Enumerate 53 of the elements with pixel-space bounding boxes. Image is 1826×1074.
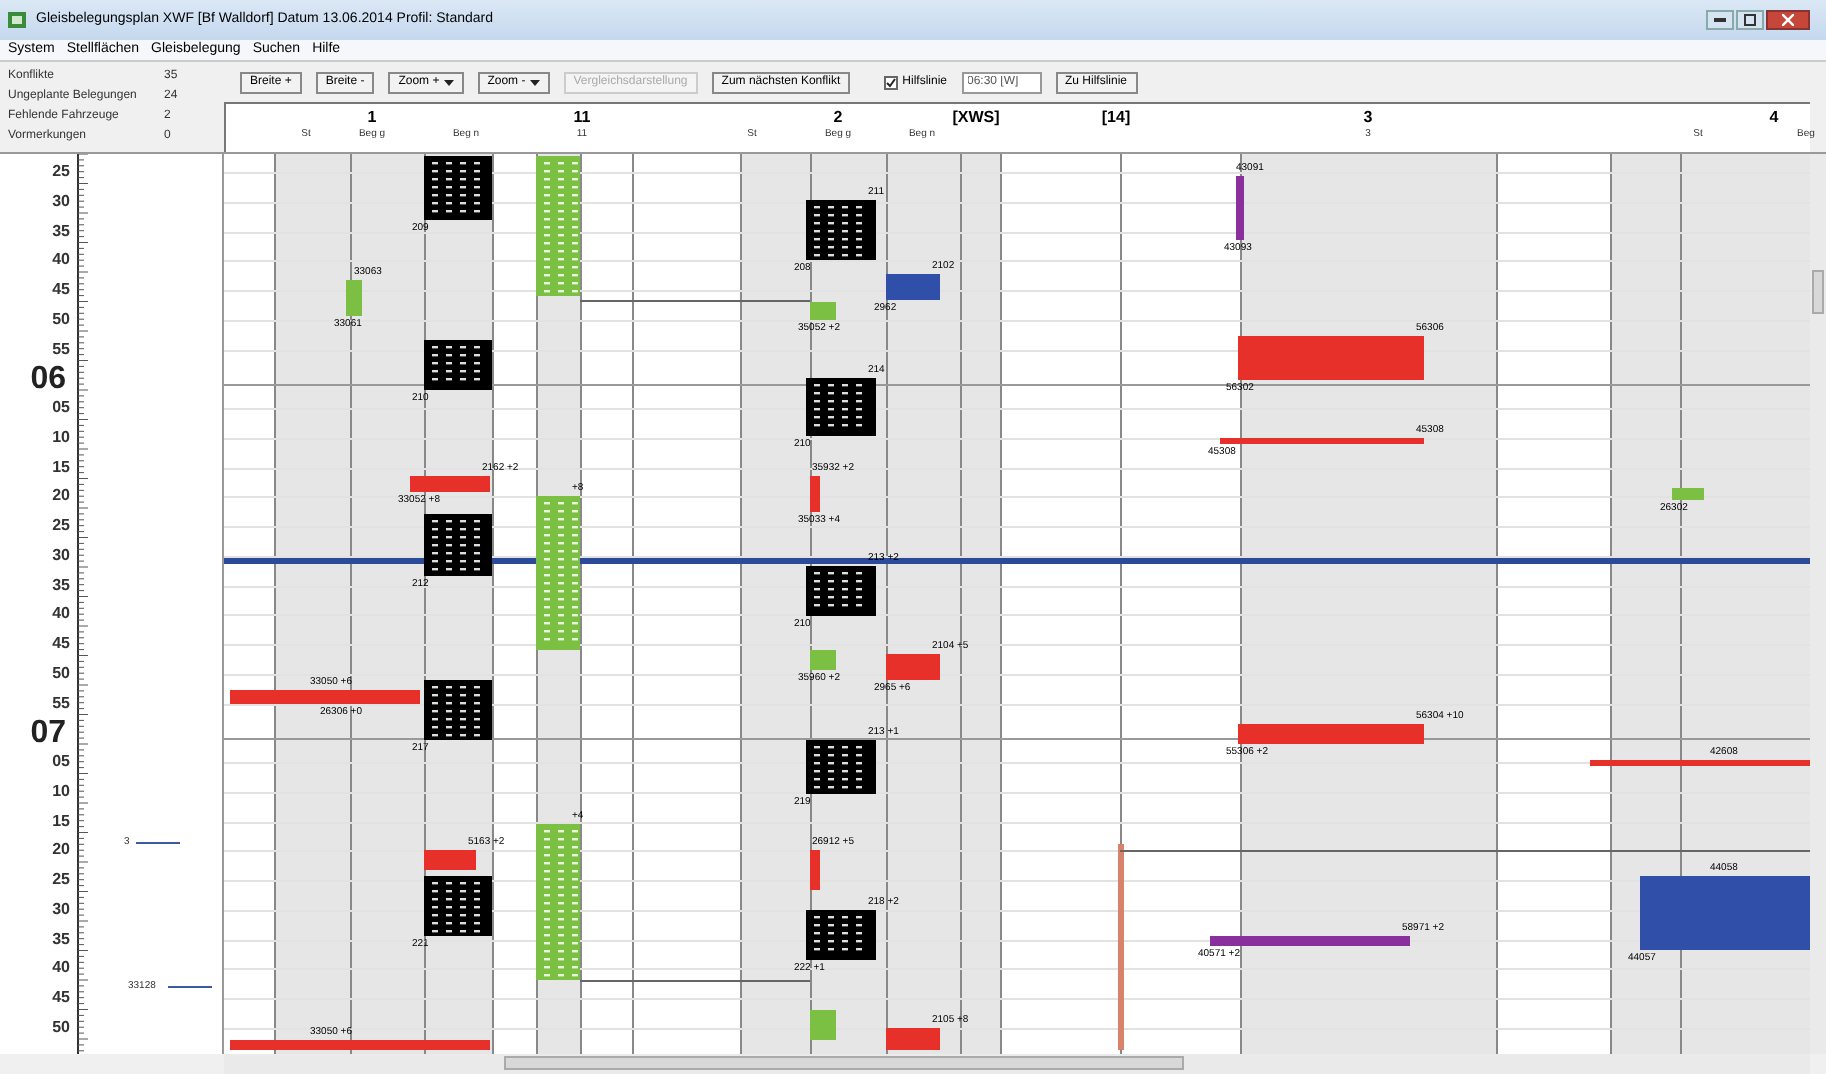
- checkbox[interactable]: [884, 75, 899, 89]
- horizontal-scrollbar[interactable]: [224, 1054, 1810, 1074]
- minute-label: 05: [52, 400, 70, 416]
- maximize-button[interactable]: [1736, 10, 1764, 30]
- track-name: [XWS]: [952, 106, 1000, 130]
- minute-label: 10: [52, 783, 70, 800]
- track-name: 1: [367, 106, 377, 129]
- minute-label: 05: [52, 754, 70, 770]
- connector-line: [136, 842, 180, 844]
- track-name: 3: [1363, 106, 1373, 129]
- minute-label: 35: [52, 223, 70, 239]
- minute-label: 30: [52, 193, 70, 210]
- minute-label: 30: [52, 901, 70, 918]
- minute-label: 25: [52, 164, 70, 180]
- minute-label: 25: [52, 518, 70, 534]
- vertical-scrollbar[interactable]: [1810, 154, 1826, 1054]
- minute-label: 15: [52, 813, 70, 829]
- track-name: 11: [573, 106, 591, 129]
- hour-label: 07: [30, 718, 66, 751]
- minute-label: 20: [52, 842, 70, 859]
- minute-label: 25: [52, 872, 70, 888]
- app-icon: [8, 10, 28, 30]
- connector-line: [168, 986, 212, 988]
- caret-icon: [529, 79, 540, 85]
- minute-label: 35: [52, 931, 70, 947]
- minute-label: 50: [52, 665, 70, 682]
- track-name: 2: [833, 106, 843, 129]
- minute-label: 50: [52, 1019, 70, 1036]
- scroll-thumb[interactable]: [504, 1056, 1184, 1070]
- minute-label: 15: [52, 459, 70, 475]
- minute-label: 20: [52, 488, 70, 505]
- minute-label: 30: [52, 547, 70, 564]
- minute-label: 10: [52, 429, 70, 446]
- close-icon: [1782, 14, 1794, 26]
- track-name: [14]: [1101, 106, 1131, 130]
- minute-label: 55: [52, 695, 70, 711]
- maximize-icon: [1744, 14, 1756, 26]
- minute-label: 50: [52, 311, 70, 328]
- scroll-thumb[interactable]: [1812, 270, 1824, 314]
- minimize-icon: [1714, 18, 1726, 22]
- minute-label: 35: [52, 577, 70, 593]
- hour-label: 06: [30, 364, 66, 397]
- minute-label: 45: [52, 990, 70, 1006]
- minimize-button[interactable]: [1706, 10, 1734, 30]
- caret-icon: [443, 79, 454, 85]
- track-name: 4: [1769, 106, 1779, 130]
- close-button[interactable]: [1766, 10, 1810, 30]
- minute-label: 40: [52, 606, 70, 623]
- minute-label: 55: [52, 341, 70, 357]
- minute-label: 45: [52, 282, 70, 298]
- minute-label: 40: [52, 252, 70, 269]
- minute-label: 40: [52, 960, 70, 977]
- minute-label: 45: [52, 636, 70, 652]
